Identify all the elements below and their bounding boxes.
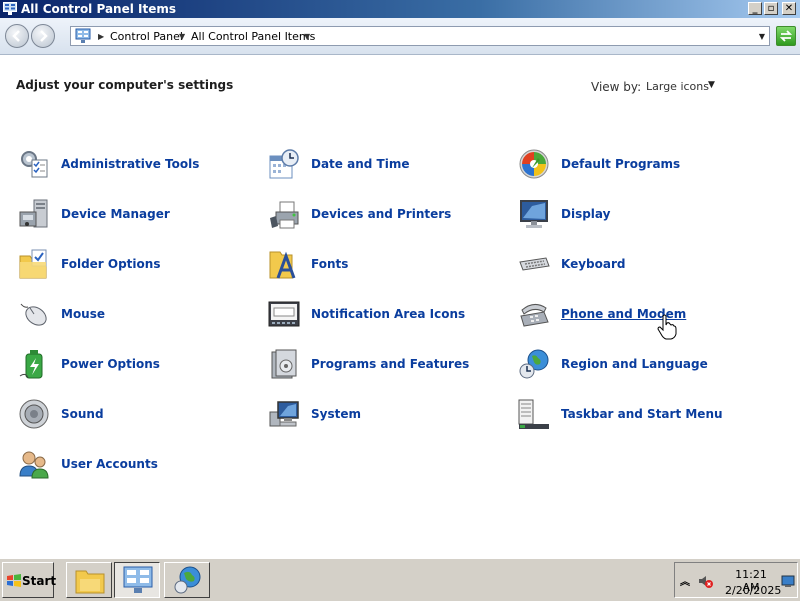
- display-icon: [520, 200, 548, 228]
- device-manager-icon: [19, 199, 48, 228]
- taskbar-start-menu-icon: [518, 399, 549, 429]
- control-panel-icon: [75, 28, 91, 43]
- administrative-tools-icon: [21, 151, 48, 178]
- close-button[interactable]: ✕: [782, 2, 796, 15]
- start-label: Start: [22, 574, 57, 588]
- item-label: Taskbar and Start Menu: [561, 407, 723, 421]
- item-mouse[interactable]: Mouse: [18, 298, 258, 334]
- breadcrumb-separator[interactable]: ▼: [179, 30, 185, 43]
- item-taskbar-and-start-menu[interactable]: Taskbar and Start Menu: [518, 398, 758, 434]
- minimize-button[interactable]: _: [748, 2, 762, 15]
- show-hidden-icons-button[interactable]: ︽: [680, 573, 690, 588]
- item-display[interactable]: Display: [518, 198, 758, 234]
- item-date-and-time[interactable]: Date and Time: [268, 148, 508, 184]
- item-label: Region and Language: [561, 357, 708, 371]
- item-label: Folder Options: [61, 257, 161, 271]
- item-sound[interactable]: Sound: [18, 398, 258, 434]
- item-label: Default Programs: [561, 157, 681, 171]
- devices-printers-icon: [270, 201, 299, 229]
- view-by-dropdown[interactable]: Large icons: [646, 80, 709, 93]
- control-panel-icon: [123, 566, 153, 593]
- item-region-and-language[interactable]: Region and Language: [518, 348, 758, 384]
- item-label: Keyboard: [561, 257, 626, 271]
- item-label: Device Manager: [61, 207, 170, 221]
- address-field[interactable]: ▶ Control Panel ▼ All Control Panel Item…: [70, 26, 770, 46]
- chevron-down-icon[interactable]: ▼: [708, 80, 715, 90]
- item-default-programs[interactable]: Default Programs: [518, 148, 758, 184]
- back-button[interactable]: [5, 24, 29, 48]
- forward-button[interactable]: [31, 24, 55, 48]
- refresh-icon: [779, 30, 793, 42]
- windows-logo-icon: [7, 574, 21, 587]
- item-devices-and-printers[interactable]: Devices and Printers: [268, 198, 508, 234]
- item-label: Mouse: [61, 307, 106, 321]
- item-folder-options[interactable]: Folder Options: [18, 248, 258, 284]
- breadcrumb-separator[interactable]: ▶: [98, 30, 104, 43]
- taskbar: Start ︽ 11:21 AM 2/20/2025: [0, 558, 800, 601]
- arrow-left-icon: [12, 30, 20, 42]
- start-button[interactable]: Start: [2, 562, 57, 598]
- item-programs-and-features[interactable]: Programs and Features: [268, 348, 508, 384]
- title-bar[interactable]: All Control Panel Items _ ▫ ✕: [0, 0, 800, 18]
- item-notification-area-icons[interactable]: Notification Area Icons: [268, 298, 508, 334]
- item-phone-and-modem[interactable]: Phone and Modem: [518, 298, 758, 334]
- item-label: Devices and Printers: [311, 207, 452, 221]
- fonts-icon: [269, 251, 296, 279]
- address-dropdown-arrow[interactable]: ▼: [759, 30, 765, 43]
- power-options-icon: [19, 350, 43, 379]
- hand-cursor-icon: [657, 314, 677, 340]
- item-label: Notification Area Icons: [311, 307, 466, 321]
- item-label: Display: [561, 207, 611, 221]
- default-programs-icon: [519, 149, 549, 179]
- volume-muted-icon[interactable]: [697, 573, 713, 589]
- taskbar-network-button[interactable]: [164, 562, 210, 598]
- folder-options-icon: [19, 249, 47, 279]
- breadcrumb-all-items[interactable]: All Control Panel Items: [191, 30, 315, 43]
- control-panel-icon: [3, 2, 17, 15]
- refresh-button[interactable]: [776, 26, 796, 46]
- system-icon: [269, 401, 299, 427]
- clock-date[interactable]: 2/20/2025: [725, 584, 781, 597]
- address-toolbar: ▶ Control Panel ▼ All Control Panel Item…: [0, 18, 800, 55]
- item-device-manager[interactable]: Device Manager: [18, 198, 258, 234]
- globe-clock-icon: [174, 566, 201, 594]
- taskbar-control-panel-button[interactable]: [114, 562, 160, 598]
- folder-icon: [75, 570, 105, 594]
- item-keyboard[interactable]: Keyboard: [518, 248, 758, 284]
- phone-modem-icon: [520, 304, 549, 327]
- item-label: Programs and Features: [311, 357, 470, 371]
- item-fonts[interactable]: Fonts: [268, 248, 508, 284]
- show-desktop-icon[interactable]: [781, 574, 795, 588]
- item-system[interactable]: System: [268, 398, 508, 434]
- item-label: User Accounts: [61, 457, 158, 471]
- mouse-icon: [20, 303, 47, 326]
- item-label: Date and Time: [311, 157, 410, 171]
- region-language-icon: [519, 349, 549, 379]
- item-label: Fonts: [311, 257, 349, 271]
- date-time-icon: [269, 149, 299, 179]
- page-heading: Adjust your computer's settings: [16, 78, 234, 92]
- programs-features-icon: [271, 349, 297, 379]
- notification-area-icon: [268, 301, 300, 327]
- item-user-accounts[interactable]: User Accounts: [18, 448, 258, 484]
- window-title: All Control Panel Items: [21, 2, 177, 16]
- breadcrumb-separator[interactable]: ▼: [304, 30, 310, 43]
- user-accounts-icon: [19, 451, 49, 479]
- item-label: System: [311, 407, 361, 421]
- arrow-right-icon: [40, 30, 48, 42]
- view-by-label: View by:: [591, 80, 642, 94]
- notification-area: ︽ 11:21 AM 2/20/2025: [674, 562, 798, 598]
- breadcrumb-control-panel[interactable]: Control Panel: [110, 30, 183, 43]
- taskbar-explorer-button[interactable]: [66, 562, 112, 598]
- item-label: Administrative Tools: [61, 157, 200, 171]
- restore-button[interactable]: ▫: [764, 2, 778, 15]
- item-label: Power Options: [61, 357, 160, 371]
- item-label: Sound: [61, 407, 104, 421]
- item-administrative-tools[interactable]: Administrative Tools: [18, 148, 258, 184]
- item-power-options[interactable]: Power Options: [18, 348, 258, 384]
- sound-icon: [19, 399, 49, 429]
- keyboard-icon: [519, 257, 550, 271]
